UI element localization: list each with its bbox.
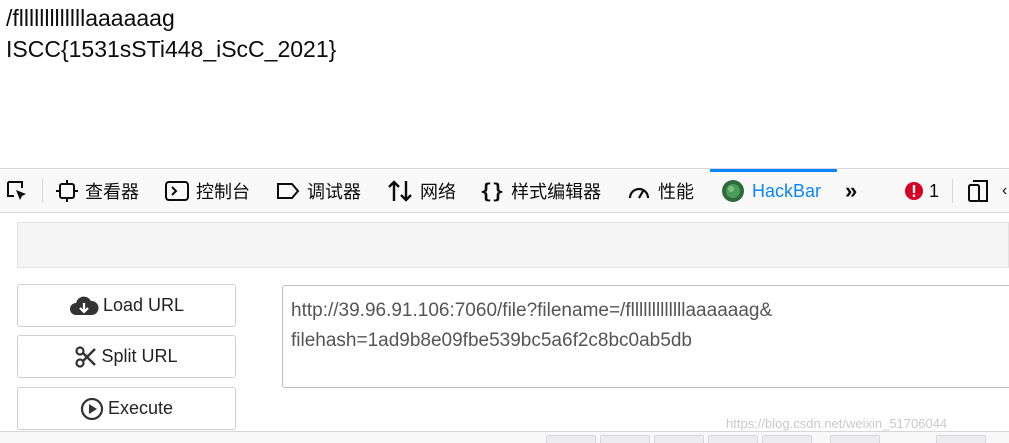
tab-performance[interactable]: 性能	[627, 169, 694, 213]
tab-debugger[interactable]: 调试器	[276, 169, 361, 213]
execute-button[interactable]: Execute	[17, 387, 236, 430]
console-filter-button[interactable]	[830, 435, 880, 443]
console-filter-button[interactable]	[546, 435, 596, 443]
tab-network[interactable]: 网络	[387, 169, 456, 213]
console-filter-button[interactable]	[600, 435, 650, 443]
play-circle-icon	[80, 397, 104, 421]
responsive-design-button[interactable]	[967, 169, 998, 213]
console-icon	[165, 180, 189, 202]
responsive-design-icon	[967, 179, 991, 203]
chevron-left-icon: ‹	[1002, 182, 1008, 199]
network-icon	[387, 179, 413, 203]
tab-network-label: 网络	[420, 182, 456, 202]
cloud-download-icon	[69, 295, 99, 317]
tab-inspector-label: 查看器	[85, 182, 139, 202]
error-count: 1	[929, 180, 940, 201]
hackbar-icon	[721, 179, 745, 203]
load-url-button[interactable]: Load URL	[17, 284, 236, 327]
url-textarea[interactable]: http://39.96.91.106:7060/file?filename=/…	[282, 285, 1009, 388]
console-filter-button[interactable]	[762, 435, 812, 443]
inspector-icon	[56, 180, 78, 202]
hackbar-menu-bar	[17, 222, 1009, 268]
console-filter-button[interactable]	[708, 435, 758, 443]
console-filter-button[interactable]	[654, 435, 704, 443]
element-picker-button[interactable]	[5, 169, 36, 213]
tab-console-label: 控制台	[196, 182, 250, 202]
devtools-toolbar: 查看器 控制台 调试器 网络 {} 样式编辑器 性能 HackBar » 1 ‹	[0, 168, 1009, 213]
error-icon	[904, 181, 924, 201]
scissors-icon	[75, 345, 97, 368]
watermark: https://blog.csdn.net/weixin_51706044	[726, 416, 948, 431]
toolbar-divider	[42, 179, 43, 203]
split-url-label: Split URL	[101, 346, 178, 366]
tab-debugger-label: 调试器	[307, 182, 361, 202]
page-output-path: /flllllllllllllaaaaaag	[6, 5, 175, 31]
url-text-line-2: filehash=1ad9b8e09fbe539bc5a6f2c8bc0ab5d…	[291, 330, 692, 351]
debugger-icon	[276, 181, 300, 201]
tab-style-editor-label: 样式编辑器	[511, 182, 602, 202]
tab-hackbar[interactable]: HackBar	[721, 169, 821, 213]
console-bottom-bar	[0, 431, 1009, 443]
tab-console[interactable]: 控制台	[165, 169, 250, 213]
tab-performance-label: 性能	[658, 182, 694, 202]
console-filter-button[interactable]	[936, 435, 986, 443]
double-chevron-right-icon: »	[845, 178, 858, 203]
execute-label: Execute	[107, 398, 174, 418]
load-url-label: Load URL	[102, 295, 185, 315]
url-text-line-1: http://39.96.91.106:7060/file?filename=/…	[291, 300, 773, 321]
more-tabs-button[interactable]: »	[845, 169, 857, 213]
element-picker-icon	[5, 179, 29, 203]
style-editor-icon: {}	[480, 179, 505, 203]
split-url-button[interactable]: Split URL	[17, 335, 236, 378]
overflow-menu-button[interactable]: ‹	[1002, 169, 1007, 213]
error-count-button[interactable]: 1	[904, 169, 939, 213]
tab-inspector[interactable]: 查看器	[56, 169, 139, 213]
tab-hackbar-label: HackBar	[752, 180, 822, 201]
performance-icon	[627, 180, 651, 202]
toolbar-divider	[952, 179, 953, 203]
page-output-flag: ISCC{1531sSTi448_iScC_2021}	[6, 36, 337, 62]
tab-style-editor[interactable]: {} 样式编辑器	[480, 169, 601, 213]
